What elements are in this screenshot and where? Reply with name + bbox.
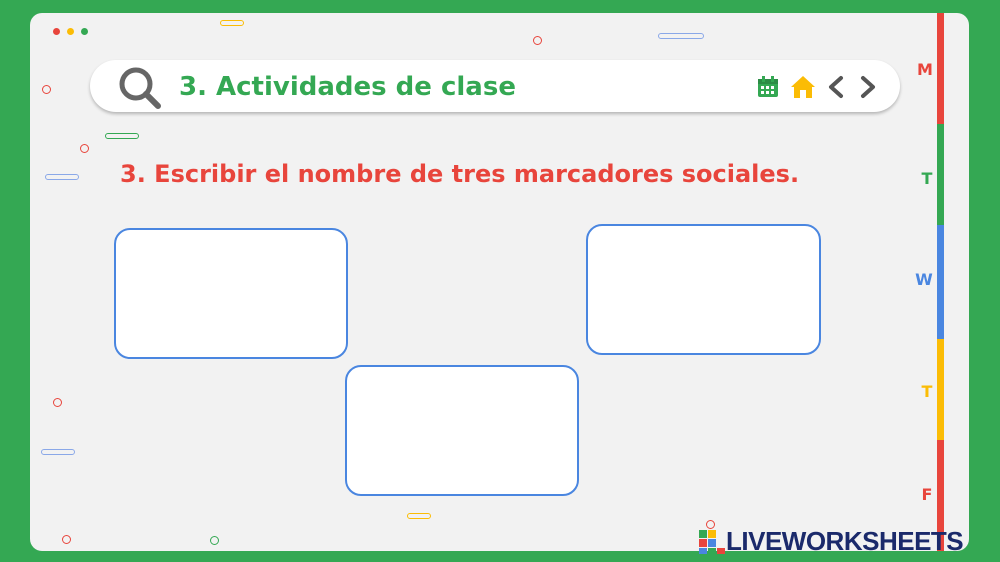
title-bar: 3. Actividades de clase bbox=[90, 60, 900, 112]
day-tab-tuesday[interactable]: T bbox=[915, 169, 939, 188]
day-tab-monday[interactable]: M bbox=[913, 60, 937, 79]
decor-bar bbox=[220, 20, 244, 26]
answer-box-1[interactable] bbox=[114, 228, 348, 359]
day-strip-w bbox=[937, 225, 944, 339]
day-tab-thursday[interactable]: T bbox=[915, 382, 939, 401]
window-dot-red bbox=[53, 28, 60, 35]
question-text: 3. Escribir el nombre de tres marcadores… bbox=[120, 160, 800, 188]
calendar-icon[interactable] bbox=[756, 75, 780, 103]
decor-ring bbox=[53, 398, 62, 407]
day-strip-m bbox=[937, 13, 944, 124]
page-title: 3. Actividades de clase bbox=[179, 72, 516, 102]
chevron-right-icon[interactable] bbox=[858, 75, 878, 103]
decor-ring bbox=[533, 36, 542, 45]
decor-bar bbox=[407, 513, 431, 519]
home-icon[interactable] bbox=[790, 75, 816, 103]
window-dot-green bbox=[81, 28, 88, 35]
decor-ring bbox=[706, 520, 715, 529]
answer-box-3[interactable] bbox=[586, 224, 821, 355]
decor-bar bbox=[45, 174, 79, 180]
decor-bar bbox=[41, 449, 75, 455]
decor-ring bbox=[62, 535, 71, 544]
logo-cubes-icon bbox=[699, 530, 725, 554]
decor-ring bbox=[80, 144, 89, 153]
decor-bar bbox=[658, 33, 704, 39]
search-icon bbox=[118, 66, 164, 114]
decor-ring bbox=[210, 536, 219, 545]
window-dot-yellow bbox=[67, 28, 74, 35]
chevron-left-icon[interactable] bbox=[826, 75, 846, 103]
decor-ring bbox=[42, 85, 51, 94]
day-tab-wednesday[interactable]: W bbox=[912, 270, 936, 289]
decor-bar bbox=[105, 133, 139, 139]
day-tab-friday[interactable]: F bbox=[915, 485, 939, 504]
logo-text: LIVEWORKSHEETS bbox=[726, 526, 964, 556]
answer-box-2[interactable] bbox=[345, 365, 579, 496]
